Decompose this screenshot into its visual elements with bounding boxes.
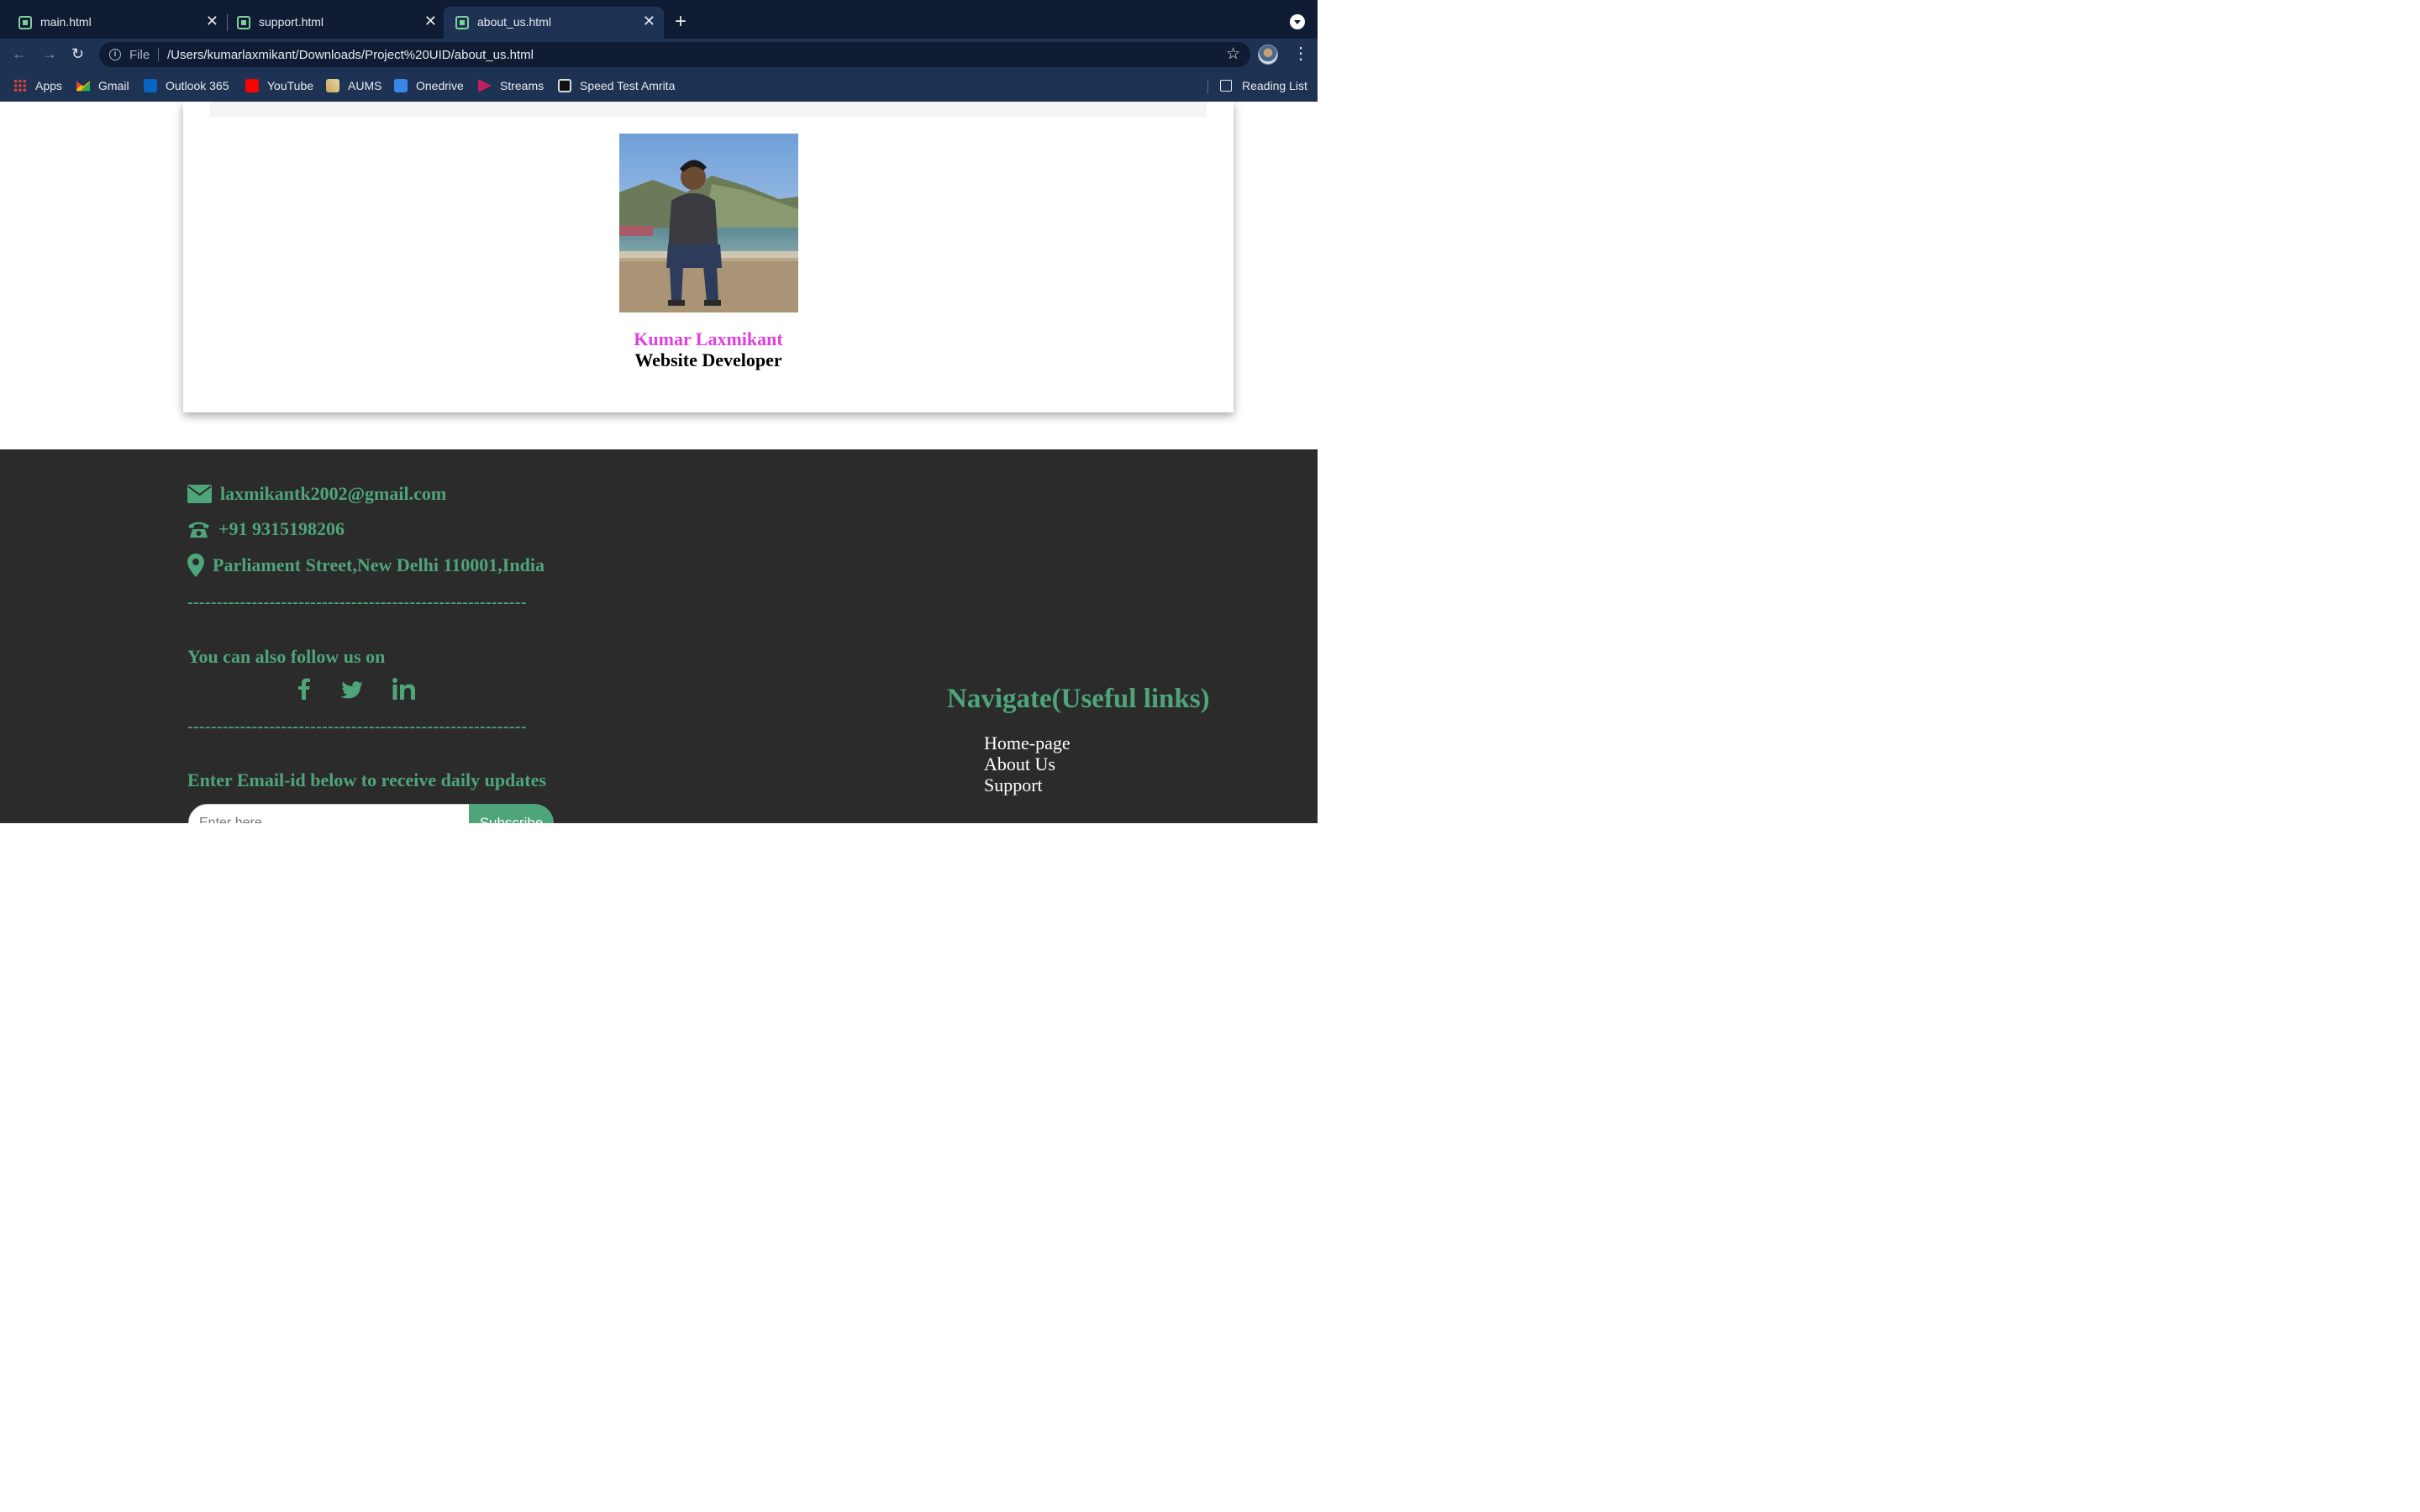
bookmarks-bar: Apps Gmail Outlook 365 YouTube AUMS Oned…: [0, 71, 1318, 102]
useful-links-list: Home-page About Us Support: [984, 732, 1071, 795]
page-viewport: Kumar Laxmikant Website Developer laxmik…: [0, 102, 1318, 823]
close-icon[interactable]: ✕: [424, 13, 437, 29]
link-home-page[interactable]: Home-page: [984, 732, 1071, 753]
facebook-icon[interactable]: [298, 678, 310, 700]
profile-photo-image: [619, 134, 798, 312]
contact-address: Parliament Street,New Delhi 110001,India: [187, 554, 544, 577]
address-bar[interactable]: i File /Users/kumarlaxmikant/Downloads/P…: [99, 42, 1250, 67]
address-scheme: File: [129, 48, 150, 62]
tab-search-icon[interactable]: [1290, 14, 1305, 29]
envelope-icon: [187, 485, 212, 503]
gmail-icon: [76, 81, 90, 92]
speed-test-icon: [558, 79, 571, 92]
reading-list-icon: [1220, 80, 1232, 92]
aums-icon: [326, 79, 339, 92]
tab-main[interactable]: main.html ✕: [7, 7, 227, 39]
address-divider: [158, 48, 159, 61]
bookmark-label: YouTube: [267, 79, 314, 92]
bookmark-youtube[interactable]: YouTube: [245, 79, 313, 92]
site-footer: laxmikantk2002@gmail.com +91 9315198206 …: [0, 449, 1318, 823]
tab-strip: main.html ✕ support.html ✕ about_us.html…: [0, 0, 1318, 39]
tab-support[interactable]: support.html ✕: [225, 7, 445, 39]
bookmark-gmail[interactable]: Gmail: [76, 79, 129, 92]
apps-grid-icon: [13, 79, 27, 92]
contact-email: laxmikantk2002@gmail.com: [187, 483, 446, 505]
tab-about-us[interactable]: about_us.html ✕: [444, 7, 664, 39]
youtube-icon: [245, 79, 259, 92]
footer-divider: ----------------------------------------…: [187, 593, 527, 612]
bookmark-speed-test[interactable]: Speed Test Amrita: [558, 79, 675, 92]
link-support[interactable]: Support: [984, 774, 1071, 795]
new-tab-icon[interactable]: +: [675, 11, 687, 33]
subscribe-email-input[interactable]: [188, 804, 471, 823]
reading-list-button[interactable]: Reading List: [1220, 79, 1307, 92]
member-name: Kumar Laxmikant: [634, 328, 783, 349]
tab-title: main.html: [40, 15, 92, 29]
email-text[interactable]: laxmikantk2002@gmail.com: [220, 483, 446, 505]
bookmark-label: Apps: [35, 79, 62, 92]
bookmarks-divider: [1207, 79, 1208, 94]
bookmark-label: Gmail: [98, 79, 129, 92]
bookmark-outlook[interactable]: Outlook 365: [144, 79, 229, 92]
page-icon: [455, 16, 469, 29]
bookmark-label: Streams: [500, 79, 544, 92]
phone-icon: [188, 522, 209, 538]
member-role: Website Developer: [634, 349, 782, 370]
phone-text: +91 9315198206: [218, 518, 345, 539]
bookmark-star-icon[interactable]: ☆: [1226, 45, 1240, 64]
bookmark-onedrive[interactable]: Onedrive: [394, 79, 464, 92]
card-header-strip: [210, 102, 1207, 117]
footer-divider: ----------------------------------------…: [187, 717, 527, 736]
browser-toolbar: ← → ↻ i File /Users/kumarlaxmikant/Downl…: [0, 39, 1318, 71]
subscribe-button[interactable]: Subscribe: [469, 804, 554, 823]
back-arrow-icon[interactable]: ←: [12, 45, 27, 62]
linkedin-icon[interactable]: [392, 678, 415, 700]
bookmark-label: AUMS: [348, 79, 382, 92]
reading-list-label: Reading List: [1242, 79, 1307, 92]
useful-links-heading: Navigate(Useful links): [947, 684, 1210, 714]
reload-icon[interactable]: ↻: [71, 45, 84, 62]
address-url[interactable]: /Users/kumarlaxmikant/Downloads/Project%…: [167, 48, 534, 62]
more-menu-icon[interactable]: ⋮: [1292, 44, 1309, 64]
forward-arrow-icon[interactable]: →: [42, 45, 57, 62]
page-icon: [237, 16, 250, 29]
profile-avatar[interactable]: [1258, 45, 1278, 65]
follow-label: You can also follow us on: [187, 646, 386, 667]
outlook-icon: [144, 79, 157, 92]
close-icon[interactable]: ✕: [643, 13, 655, 29]
location-pin-icon: [187, 554, 204, 577]
address-text: Parliament Street,New Delhi 110001,India: [213, 554, 544, 575]
info-icon[interactable]: i: [109, 49, 121, 60]
tab-title: support.html: [259, 15, 324, 29]
subscribe-label: Enter Email-id below to receive daily up…: [187, 769, 546, 790]
team-card: Kumar Laxmikant Website Developer: [183, 102, 1234, 412]
streams-icon: [478, 79, 492, 92]
bookmark-label: Onedrive: [416, 79, 464, 92]
page-icon: [18, 16, 32, 29]
onedrive-icon: [394, 79, 408, 92]
close-icon[interactable]: ✕: [206, 13, 218, 29]
contact-phone: +91 9315198206: [187, 518, 345, 540]
bookmark-streams[interactable]: Streams: [478, 79, 544, 92]
bookmark-label: Outlook 365: [166, 79, 229, 92]
bookmark-label: Speed Test Amrita: [580, 79, 676, 92]
bookmark-apps[interactable]: Apps: [13, 79, 62, 92]
tab-title: about_us.html: [477, 15, 551, 29]
link-about-us[interactable]: About Us: [984, 753, 1071, 774]
bookmark-aums[interactable]: AUMS: [326, 79, 381, 92]
profile-photo: [619, 134, 798, 312]
twitter-icon[interactable]: [340, 681, 363, 700]
